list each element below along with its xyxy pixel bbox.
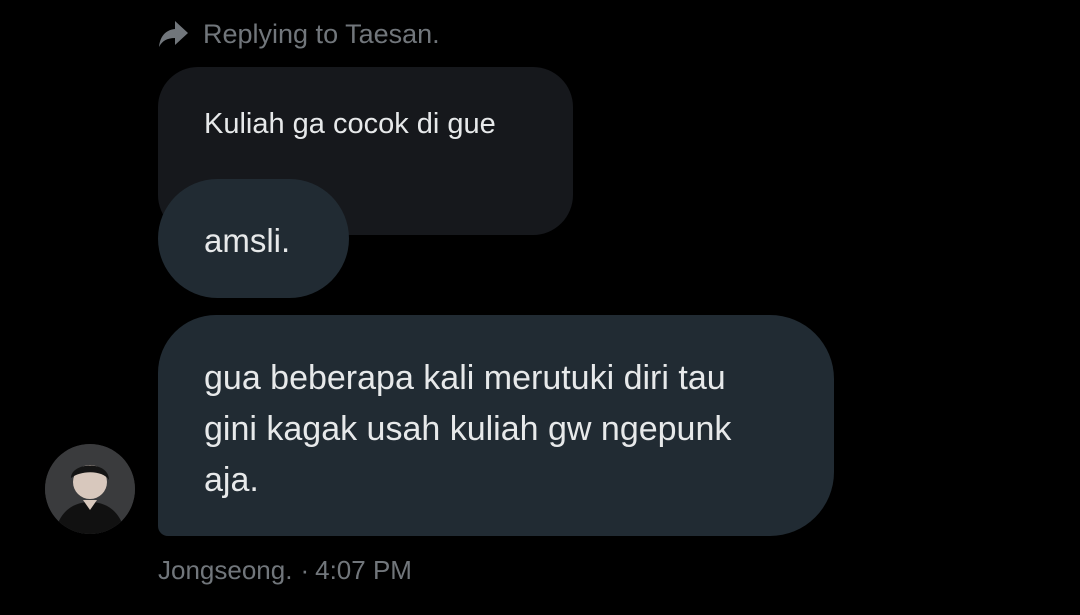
dm-conversation: Replying to Taesan. Kuliah ga cocok di g… bbox=[0, 0, 1080, 615]
reply-arrow-icon bbox=[157, 18, 191, 50]
message-text-line: gini kagak usah kuliah gw ngepunk bbox=[204, 410, 732, 448]
message-text: amsli. bbox=[204, 222, 291, 259]
message-time: 4:07 PM bbox=[315, 554, 412, 585]
avatar[interactable] bbox=[45, 444, 135, 534]
message-meta: Jongseong. · 4:07 PM bbox=[158, 550, 412, 590]
sender-name[interactable]: Jongseong. bbox=[158, 555, 292, 586]
message-bubble[interactable]: amsli. bbox=[158, 179, 349, 298]
meta-separator: · bbox=[300, 554, 310, 585]
reply-context[interactable]: Replying to Taesan. bbox=[157, 14, 440, 54]
user-avatar-icon bbox=[45, 444, 135, 534]
message-bubble[interactable]: gua beberapa kali merutuki diri tau gini… bbox=[158, 315, 834, 536]
message-text-line: aja. bbox=[204, 461, 259, 499]
reply-context-text: Replying to Taesan. bbox=[203, 18, 440, 49]
message-text-line: gua beberapa kali merutuki diri tau bbox=[204, 359, 726, 397]
quoted-message-text: Kuliah ga cocok di gue bbox=[204, 108, 496, 140]
